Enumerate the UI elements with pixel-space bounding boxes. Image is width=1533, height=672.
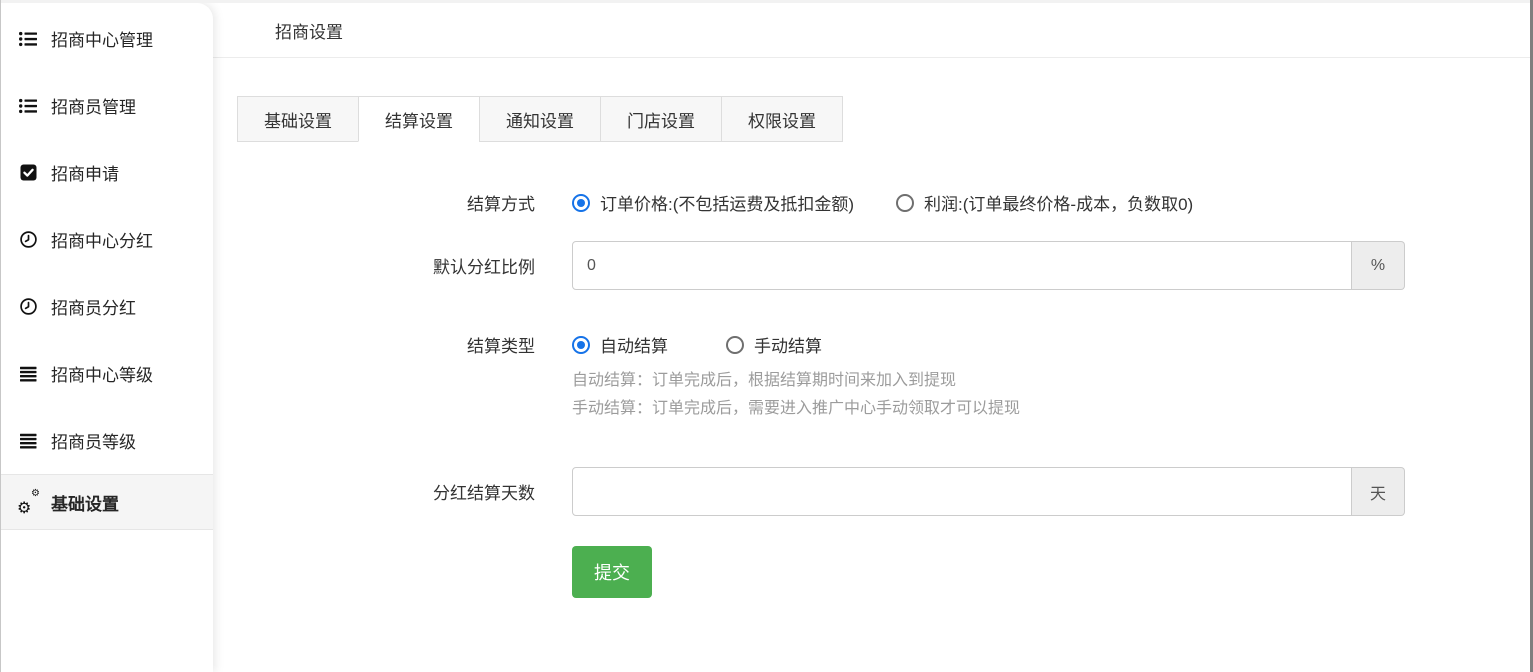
bars-icon	[18, 365, 38, 383]
sidebar-item-label: 基础设置	[51, 490, 119, 515]
radio-unselected-icon[interactable]	[896, 194, 914, 212]
settlement-type-help: 自动结算：订单完成后，根据结算期时间来加入到提现 手动结算：订单完成后，需要进入…	[572, 367, 1020, 423]
submit-button[interactable]: 提交	[572, 546, 652, 598]
radio-unselected-icon[interactable]	[726, 336, 744, 354]
sidebar-item-staff-dividend[interactable]: 招商员分红	[0, 273, 213, 340]
sidebar-item-label: 招商中心等级	[51, 361, 153, 386]
page-title: 招商设置	[275, 18, 343, 43]
help-manual-settle: 手动结算：订单完成后，需要进入推广中心手动领取才可以提现	[572, 395, 1020, 423]
settlement-days-label: 分红结算天数	[237, 479, 535, 504]
default-ratio-label: 默认分红比例	[237, 253, 535, 278]
default-ratio-input[interactable]	[572, 241, 1352, 290]
form-row-settlement-type: 结算类型 自动结算 手动结算	[237, 332, 1530, 423]
radio-profit-label: 利润:(订单最终价格-成本，负数取0)	[924, 190, 1193, 215]
sidebar-item-merchant-apply[interactable]: 招商申请	[0, 139, 213, 206]
settlement-days-input-group: 天	[572, 467, 1405, 516]
sidebar-item-label: 招商员管理	[51, 93, 136, 118]
clock-icon	[18, 231, 38, 249]
form-row-default-ratio: 默认分红比例 %	[237, 241, 1530, 290]
tab-store-settings[interactable]: 门店设置	[600, 96, 722, 142]
bars-icon	[18, 432, 38, 450]
page: 招商中心管理 招商员管理 招商申请	[0, 0, 1533, 672]
window-left-edge	[0, 0, 1, 672]
sidebar-item-label: 招商员等级	[51, 428, 136, 453]
radio-order-price-label: 订单价格:(不包括运费及抵扣金额)	[600, 190, 854, 215]
sidebar-item-staff-level[interactable]: 招商员等级	[0, 407, 213, 474]
settlement-days-input[interactable]	[572, 467, 1352, 516]
default-ratio-input-group: %	[572, 241, 1405, 290]
sidebar-item-center-level[interactable]: 招商中心等级	[0, 340, 213, 407]
list-icon	[18, 97, 38, 115]
tab-notify-settings[interactable]: 通知设置	[479, 96, 601, 142]
main-content: 招商设置 基础设置 结算设置 通知设置 门店设置 权限设置 结算方式 订单价格:…	[213, 3, 1530, 672]
form-row-settlement-days: 分红结算天数 天	[237, 467, 1530, 516]
percent-unit-addon: %	[1352, 241, 1405, 290]
sidebar: 招商中心管理 招商员管理 招商申请	[0, 3, 213, 672]
sidebar-item-basic-settings[interactable]: ⚙⚙ 基础设置	[0, 474, 213, 530]
list-icon	[18, 30, 38, 48]
tab-settlement-settings[interactable]: 结算设置	[358, 96, 480, 142]
check-square-icon	[18, 164, 38, 182]
sidebar-item-label: 招商中心分红	[51, 227, 153, 252]
form-row-settlement-method: 结算方式 订单价格:(不包括运费及抵扣金额) 利润:(订单最终价格-成本，负数取…	[237, 190, 1530, 215]
page-header: 招商设置	[213, 3, 1530, 58]
day-unit-addon: 天	[1352, 467, 1405, 516]
help-auto-settle: 自动结算：订单完成后，根据结算期时间来加入到提现	[572, 367, 1020, 395]
sidebar-item-label: 招商员分红	[51, 294, 136, 319]
radio-selected-icon[interactable]	[572, 194, 590, 212]
sidebar-item-merchant-staff-manage[interactable]: 招商员管理	[0, 72, 213, 139]
top-strip	[0, 0, 1533, 3]
settlement-type-label: 结算类型	[237, 332, 535, 423]
tab-basic-settings[interactable]: 基础设置	[237, 96, 359, 142]
settings-tabs: 基础设置 结算设置 通知设置 门店设置 权限设置	[237, 96, 1530, 142]
sidebar-item-label: 招商申请	[51, 160, 119, 185]
cogs-icon: ⚙⚙	[18, 493, 38, 511]
settlement-form: 结算方式 订单价格:(不包括运费及抵扣金额) 利润:(订单最终价格-成本，负数取…	[237, 190, 1530, 598]
sidebar-item-center-dividend[interactable]: 招商中心分红	[0, 206, 213, 273]
sidebar-item-merchant-center-manage[interactable]: 招商中心管理	[0, 5, 213, 72]
radio-manual-settle[interactable]: 手动结算	[726, 332, 822, 357]
radio-auto-settle[interactable]: 自动结算	[572, 332, 668, 357]
sidebar-item-label: 招商中心管理	[51, 26, 153, 51]
clock-icon	[18, 298, 38, 316]
radio-order-price[interactable]: 订单价格:(不包括运费及抵扣金额)	[572, 190, 854, 215]
radio-selected-icon[interactable]	[572, 336, 590, 354]
radio-manual-settle-label: 手动结算	[754, 332, 822, 357]
submit-row-spacer	[237, 546, 535, 598]
form-row-submit: 提交	[237, 546, 1530, 598]
radio-profit[interactable]: 利润:(订单最终价格-成本，负数取0)	[896, 190, 1193, 215]
tab-permission-settings[interactable]: 权限设置	[721, 96, 843, 142]
radio-auto-settle-label: 自动结算	[600, 332, 668, 357]
settlement-method-label: 结算方式	[237, 190, 535, 215]
